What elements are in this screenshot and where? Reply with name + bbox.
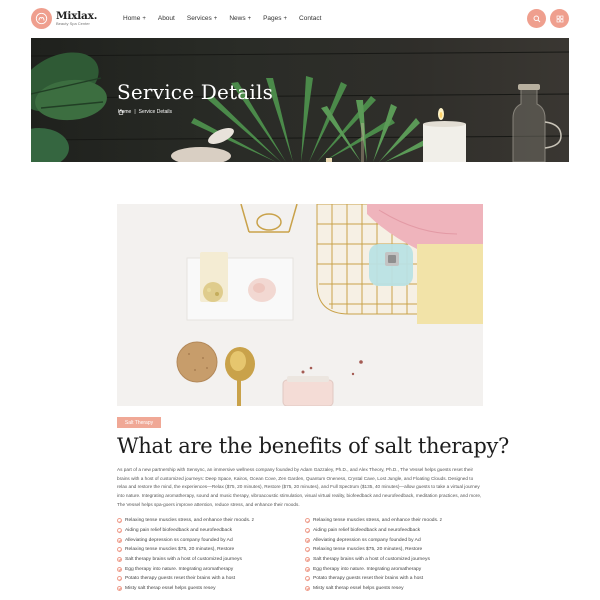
check-circle-icon bbox=[117, 576, 122, 582]
benefits-list-left: Relaxing tense muscles stress, and enhan… bbox=[117, 516, 302, 593]
nav-item-home[interactable]: Home + bbox=[123, 15, 146, 22]
list-item: Relaxing tense muscles $75, 20 minutes),… bbox=[117, 545, 302, 555]
menu-button[interactable] bbox=[550, 9, 569, 28]
breadcrumb-separator: | bbox=[134, 109, 136, 115]
grid-menu-icon bbox=[556, 15, 563, 22]
category-tag[interactable]: Salt Therapy bbox=[117, 417, 161, 428]
check-circle-icon bbox=[305, 518, 310, 524]
list-item: Aiding pain relief biofeedback and neuro… bbox=[305, 526, 490, 536]
benefits-list-right: Relaxing tense muscles stress, and enhan… bbox=[305, 516, 490, 593]
list-item: Aiding pain relief biofeedback and neuro… bbox=[117, 526, 302, 536]
list-item: Egg therapy into nature. Integrating aro… bbox=[305, 564, 490, 574]
home-icon bbox=[118, 109, 124, 115]
service-image bbox=[117, 204, 483, 406]
list-item: Alleviating depression ss company founde… bbox=[117, 535, 302, 545]
check-circle-icon bbox=[117, 527, 122, 533]
check-circle-icon bbox=[305, 585, 310, 591]
list-item: Relaxing tense muscles stress, and enhan… bbox=[305, 516, 490, 526]
article-heading: What are the benefits of salt therapy? bbox=[117, 434, 510, 458]
check-circle-icon bbox=[305, 576, 310, 582]
check-circle-icon bbox=[305, 547, 310, 553]
check-circle-icon bbox=[305, 537, 310, 543]
list-item: Potato therapy guests reset their brains… bbox=[117, 574, 302, 584]
main-nav: Home + About Services + News + Pages + Conta… bbox=[123, 15, 333, 22]
check-circle-icon bbox=[117, 537, 122, 543]
nav-item-news[interactable]: News + bbox=[229, 15, 251, 22]
plus-icon: + bbox=[283, 16, 288, 22]
check-circle-icon bbox=[305, 527, 310, 533]
search-button[interactable] bbox=[527, 9, 546, 28]
logo[interactable]: Mixlax. Beauty Spa Center bbox=[31, 8, 97, 29]
plus-icon: + bbox=[142, 16, 146, 22]
search-icon bbox=[533, 15, 540, 22]
check-circle-icon bbox=[117, 556, 122, 562]
article-paragraph: As part of a new partnership with Sensyn… bbox=[117, 467, 482, 507]
banner-background-image bbox=[31, 51, 569, 162]
check-circle-icon bbox=[305, 566, 310, 572]
check-circle-icon bbox=[305, 556, 310, 562]
list-item: Egg therapy into nature. Integrating aro… bbox=[117, 564, 302, 574]
plus-icon: + bbox=[247, 16, 252, 22]
check-circle-icon bbox=[117, 518, 122, 524]
list-item: Alleviating depression ss company founde… bbox=[305, 535, 490, 545]
list-item: Relaxing tense muscles stress, and enhan… bbox=[117, 516, 302, 526]
list-item: Potato therapy guests reset their brains… bbox=[305, 574, 490, 584]
list-item: Misty salt therap essel helps guests res… bbox=[305, 583, 490, 593]
check-circle-icon bbox=[117, 566, 122, 572]
site-header: Mixlax. Beauty Spa Center Home + About Se… bbox=[0, 0, 600, 38]
check-circle-icon bbox=[117, 585, 122, 591]
breadcrumb: Home | Service Details bbox=[118, 109, 172, 115]
logo-icon bbox=[31, 8, 52, 29]
brand-tagline: Beauty Spa Center bbox=[56, 21, 90, 27]
plus-icon: + bbox=[213, 16, 218, 22]
page-banner: Service Details Home | Service Details bbox=[31, 38, 569, 162]
list-item: Salt therapy brains with a host of custo… bbox=[305, 555, 490, 565]
nav-item-pages[interactable]: Pages + bbox=[263, 15, 287, 22]
nav-item-about[interactable]: About bbox=[158, 15, 175, 22]
nav-item-services[interactable]: Services + bbox=[187, 15, 217, 22]
list-item: Relaxing tense muscles $75, 20 minutes),… bbox=[305, 545, 490, 555]
brand-name: Mixlax. bbox=[56, 9, 98, 22]
list-item: Misty salt therap essel helps guests res… bbox=[117, 583, 302, 593]
breadcrumb-current: Service Details bbox=[138, 109, 173, 115]
nav-item-contact[interactable]: Contact bbox=[299, 15, 321, 22]
check-circle-icon bbox=[117, 547, 122, 553]
list-item: Salt therapy brains with a host of custo… bbox=[117, 555, 302, 565]
page-title: Service Details bbox=[117, 80, 274, 104]
